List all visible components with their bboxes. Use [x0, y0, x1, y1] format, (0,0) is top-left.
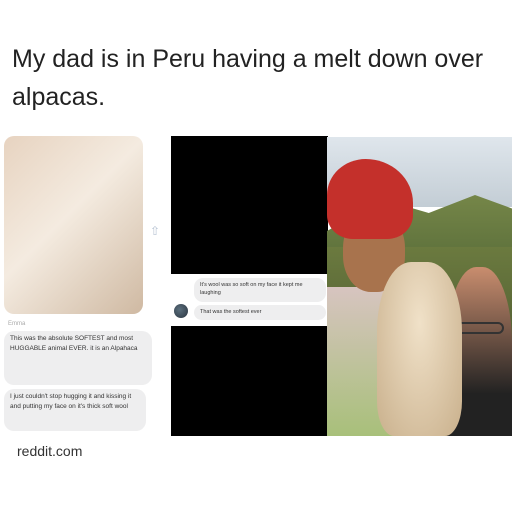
share-icon: ⇧ [150, 224, 161, 238]
post-caption: My dad is in Peru having a melt down ove… [12, 45, 484, 111]
chat-bubble: This was the absolute SOFTEST and most H… [4, 331, 152, 385]
alpaca-photo [4, 136, 143, 314]
chat-bubble: That was the softest ever [194, 305, 326, 320]
chat-bubble: It's wool was so soft on my face it kept… [194, 278, 326, 302]
avatar [174, 304, 188, 318]
chat-bubble: I just couldn't stop hugging it and kiss… [4, 389, 146, 431]
alpaca-hug-photo [327, 137, 512, 436]
left-chat-screenshot: ⇧ Emma This was the absolute SOFTEST and… [0, 136, 170, 436]
source-label: reddit.com [17, 443, 83, 459]
message-strip: It's wool was so soft on my face it kept… [171, 274, 328, 326]
center-chat-screenshot: It's wool was so soft on my face it kept… [171, 136, 328, 436]
sender-name: Emma [8, 321, 26, 327]
alpaca [377, 262, 462, 436]
